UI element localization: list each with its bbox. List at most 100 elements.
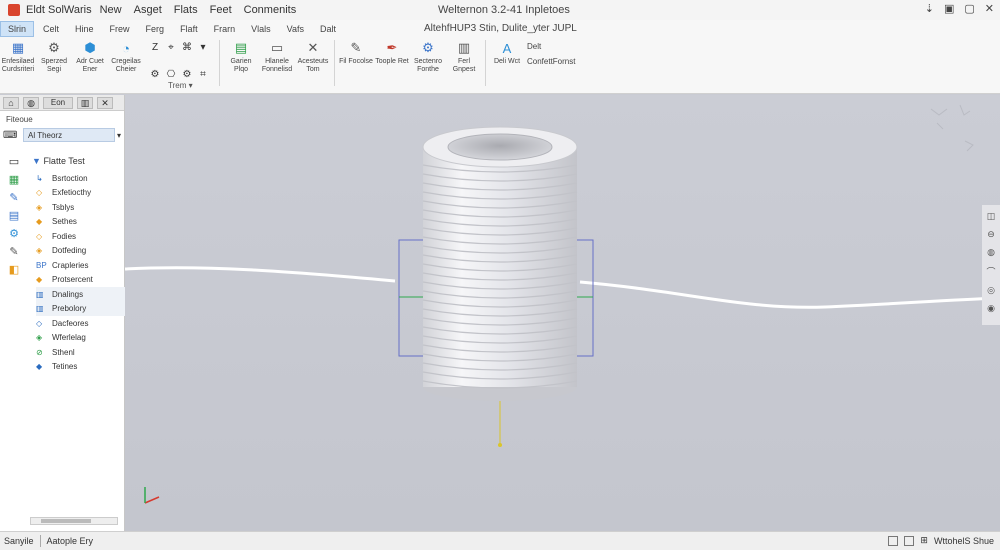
- help-icon[interactable]: ⇣: [925, 2, 934, 15]
- tree-item[interactable]: ◆ Tetines: [36, 360, 130, 375]
- target-icon[interactable]: ⌖: [164, 42, 178, 66]
- close-button[interactable]: ✕: [985, 2, 994, 15]
- home-icon[interactable]: ⌂: [3, 96, 19, 109]
- tool-deli[interactable]: A Deli Wct: [490, 40, 524, 92]
- tab-celt[interactable]: Celt: [36, 22, 66, 36]
- tool-enfesilaed[interactable]: ▦ Enfesilaed Curdsriteri: [1, 40, 35, 92]
- tree-item[interactable]: BP Crapleries: [36, 258, 130, 273]
- tree-item[interactable]: ⊘ Sthenl: [36, 345, 130, 360]
- tab-vlals[interactable]: Vlals: [244, 22, 278, 36]
- close-icon[interactable]: ✕: [97, 96, 113, 109]
- grid-icon[interactable]: ▦: [8, 173, 20, 186]
- tab-slrin[interactable]: Slrin: [0, 21, 35, 37]
- tool-sperzed[interactable]: ⚙ Sperzed Segi: [37, 40, 71, 92]
- tree-item-label: Exfetiocthy: [52, 188, 92, 198]
- app-logo-icon[interactable]: [8, 4, 20, 16]
- scrollbar-thumb[interactable]: [41, 519, 91, 523]
- tool-toople[interactable]: ✒ Toople Ret: [375, 40, 409, 92]
- tree-item[interactable]: ◆ Protsercent: [36, 273, 130, 288]
- tab-dalt[interactable]: Dalt: [313, 22, 343, 36]
- tab-eon[interactable]: Eon: [43, 96, 73, 109]
- checkbox-icon[interactable]: [904, 535, 915, 546]
- menu-item-new[interactable]: New: [100, 4, 122, 16]
- minimize-button[interactable]: ▣: [944, 2, 954, 15]
- table-icon[interactable]: ▥: [77, 96, 93, 109]
- zoom-out-icon[interactable]: ⊖: [987, 229, 995, 240]
- feature-icon: ◆: [36, 275, 43, 285]
- tool-extra[interactable]: Delt ConfettFornst: [527, 42, 575, 92]
- ribbon-group-label[interactable]: Trem ▾: [168, 81, 193, 90]
- tab-hine[interactable]: Hine: [68, 22, 101, 36]
- scene-icon[interactable]: ◉: [987, 303, 995, 314]
- horizontal-scrollbar[interactable]: [30, 517, 118, 525]
- tool-label: Acesteuts Tom: [297, 58, 329, 73]
- tool-label: Garien Plqo: [230, 58, 252, 73]
- chevron-down-icon[interactable]: ▾: [196, 42, 210, 66]
- table-icon[interactable]: ▤: [8, 209, 20, 222]
- keyboard-icon[interactable]: ⌨: [3, 130, 23, 141]
- tool-cregeilas[interactable]: ◔ Cregeilas Cheier: [109, 40, 143, 92]
- tool-sectenro[interactable]: ⚙ Sectenro Fonthe: [411, 40, 445, 92]
- maximize-button[interactable]: ▢: [964, 2, 974, 15]
- pencil-icon: ✎: [350, 40, 362, 55]
- tree-item[interactable]: ↳ Bsrtoction: [36, 171, 130, 186]
- tree-item[interactable]: ◈ Dotfeding: [36, 244, 130, 259]
- tree-item-label: Protsercent: [52, 275, 93, 285]
- grid-icon[interactable]: ⌗: [196, 69, 210, 93]
- tree-item[interactable]: ◇ Fodies: [36, 229, 130, 244]
- chevron-down-icon[interactable]: ▾: [117, 131, 121, 140]
- menu-item-asget[interactable]: Asget: [134, 4, 162, 16]
- ribbon-tabs: Slrin Celt Hine Frew Ferg Flaft Frarn Vl…: [0, 20, 345, 38]
- feature-icon: ◆: [36, 362, 43, 372]
- tab-flaft[interactable]: Flaft: [173, 22, 205, 36]
- menu-item-conmenits[interactable]: Conmenits: [244, 4, 297, 16]
- checkbox-icon[interactable]: [888, 535, 899, 546]
- tool-ferl[interactable]: ▥ Ferl Gnpest: [447, 40, 481, 92]
- feature-manager-panel: ⌂ ◍ Eon ▥ ✕ Fiteoue ⌨ Al Theorz ▾ ▭ ▦ ✎ …: [0, 95, 130, 531]
- shape-icon[interactable]: ◧: [8, 263, 20, 276]
- status-divider: [39, 535, 41, 547]
- tool-label: Sperzed Segi: [40, 58, 68, 73]
- graphics-viewport[interactable]: ◫ ⊖ ◍ ⌒ ◎ ◉: [125, 95, 1000, 531]
- pencil-icon[interactable]: ✎: [8, 245, 20, 258]
- tree-item[interactable]: ◆ Sethes: [36, 215, 130, 230]
- tree-item[interactable]: ◇ Dacfeores: [36, 316, 130, 331]
- tab-vafs[interactable]: Vafs: [280, 22, 311, 36]
- tool-fil-focolse[interactable]: ✎ Fil Focolse: [339, 40, 373, 92]
- tab-frew[interactable]: Frew: [103, 22, 137, 36]
- axis-triad: [144, 487, 160, 504]
- tool-garien[interactable]: ▤ Garien Plqo: [224, 40, 258, 92]
- appearance-icon[interactable]: ◎: [987, 285, 995, 296]
- tree-item[interactable]: ◈ Tsblys: [36, 200, 130, 215]
- tab-ferg[interactable]: Ferg: [139, 22, 172, 36]
- tool-acesteuts[interactable]: ✕ Acesteuts Tom: [296, 40, 330, 92]
- tool-hlanele[interactable]: ▭ Hlanele Fonnelisd: [260, 40, 294, 92]
- tree-root[interactable]: ▼ Flatte Test: [32, 156, 85, 166]
- tree-item[interactable]: ◇ Exfetiocthy: [36, 186, 130, 201]
- tool-adr-cuet[interactable]: ⬢ Adr Cuet Ener: [73, 40, 107, 92]
- display-style-icon[interactable]: ◍: [987, 247, 995, 258]
- model-view[interactable]: [125, 95, 1000, 531]
- filter-input[interactable]: Al Theorz: [23, 128, 115, 142]
- tree-item[interactable]: ◈ Wferlelag: [36, 331, 130, 346]
- threaded-cylinder[interactable]: [422, 126, 578, 401]
- tree-item[interactable]: ▥ Dnalings: [36, 287, 130, 302]
- status-zoom-icon[interactable]: ⊞: [920, 535, 928, 546]
- line-tool-icon[interactable]: Z: [148, 42, 162, 66]
- view-orientation-icon[interactable]: ◫: [987, 211, 996, 222]
- rectangle-icon[interactable]: ▭: [8, 155, 20, 168]
- gear-icon[interactable]: ⚙: [8, 227, 20, 240]
- globe-icon[interactable]: ◍: [23, 96, 39, 109]
- pencil-icon[interactable]: ✎: [8, 191, 20, 204]
- menu-item-flats[interactable]: Flats: [174, 4, 198, 16]
- rotate-icon[interactable]: ⌒: [986, 265, 995, 278]
- tree-item[interactable]: ▥ Prebolory: [36, 301, 130, 316]
- feature-tree: ↳ Bsrtoction ◇ Exfetiocthy ◈ Tsblys ◆ Sethes…: [36, 171, 130, 374]
- origin-point[interactable]: [498, 443, 502, 447]
- menu-item-feet[interactable]: Feet: [210, 4, 232, 16]
- tab-frarn[interactable]: Frarn: [207, 22, 243, 36]
- tree-root-label: Flatte Test: [43, 156, 85, 166]
- gear-icon[interactable]: ⚙: [148, 69, 162, 93]
- command-icon[interactable]: ⌘: [180, 42, 194, 66]
- view-cube[interactable]: [930, 104, 974, 152]
